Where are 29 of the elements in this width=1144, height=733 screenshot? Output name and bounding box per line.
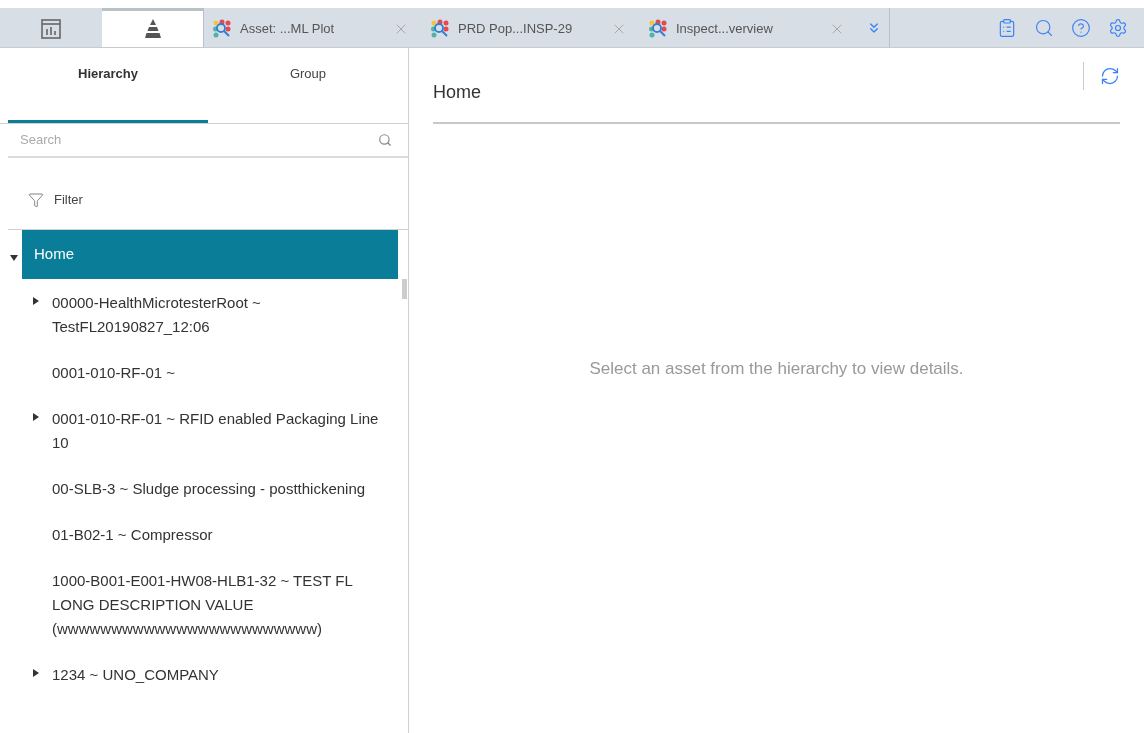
chart-window-icon <box>38 17 63 41</box>
caret-icon[interactable] <box>32 413 40 421</box>
tree-item[interactable]: 1000-B001-E001-HW08-HLB1-32 ~ TEST FL LONG DESCRIPTION VALUE (wwwwwwwwwwwwwwwwwwwwwwww) <box>52 569 382 641</box>
tree-item[interactable]: 0001-010-RF-01 ~ <box>52 361 382 385</box>
search-dots-icon <box>430 19 450 39</box>
filter-icon <box>28 191 44 208</box>
search-field[interactable]: Search <box>8 130 378 150</box>
panel-tab[interactable]: Group <box>208 48 408 123</box>
hierarchy-tab[interactable] <box>102 8 204 47</box>
search-icon[interactable] <box>1034 17 1054 38</box>
refresh-icon[interactable] <box>1100 66 1120 86</box>
tree-item[interactable]: Home <box>22 230 398 279</box>
page-title: Home <box>433 81 481 104</box>
caret-icon[interactable] <box>32 297 40 305</box>
tree-item[interactable]: 01-B02-1 ~ Compressor <box>52 523 382 547</box>
search-dots-icon <box>212 19 232 39</box>
caret-icon[interactable] <box>10 253 18 262</box>
tree-item[interactable]: 0001-010-RF-01 ~ RFID enabled Packaging Line 10 <box>52 407 382 455</box>
tree-item[interactable]: 00000-HealthMicrotesterRoot ~ TestFL20190827_12:06 <box>52 291 382 339</box>
empty-message: Select an asset from the hierarchy to view details. <box>589 357 964 380</box>
caret-icon[interactable] <box>32 669 40 677</box>
settings-icon[interactable] <box>1108 17 1128 38</box>
search-dots-icon <box>648 19 668 39</box>
search-icon <box>378 133 392 147</box>
tree-item[interactable]: 1234 ~ UNO_COMPANY <box>52 663 382 687</box>
tree-item[interactable]: 00-SLB-3 ~ Sludge processing - postthickening <box>52 477 382 501</box>
scrollbar[interactable] <box>402 279 407 299</box>
help-icon[interactable] <box>1071 17 1091 38</box>
panel-tab[interactable]: Hierarchy <box>8 48 208 123</box>
